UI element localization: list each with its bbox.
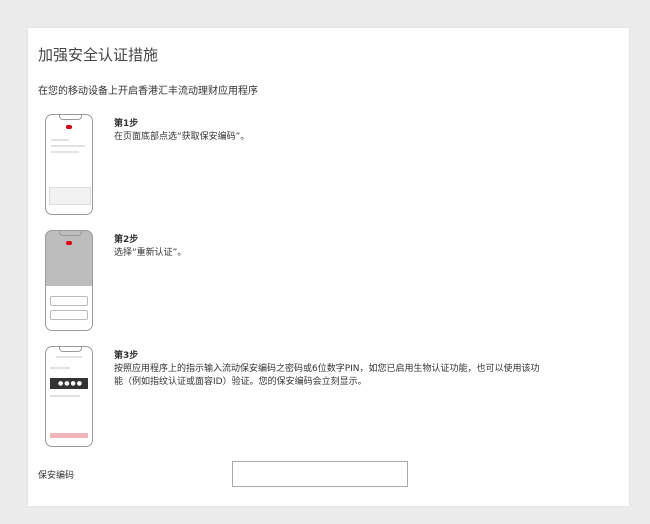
pin-dots-icon: ●●●● xyxy=(58,380,83,387)
pin-entry-box: ●●●● xyxy=(50,378,88,389)
phone-illustration-step-2 xyxy=(45,230,93,331)
step-1-heading: 第1步 xyxy=(114,119,139,129)
placeholder-line xyxy=(56,356,82,358)
action-sheet xyxy=(46,286,92,330)
bottom-tiles xyxy=(49,187,91,205)
placeholder-line xyxy=(51,145,85,147)
submit-bar xyxy=(50,433,88,438)
sheet-button xyxy=(50,296,88,306)
placeholder-line xyxy=(51,151,79,153)
security-code-label: 保安编码 xyxy=(38,471,75,481)
sheet-button-reauth xyxy=(50,310,88,320)
hsbc-logo-icon xyxy=(66,241,72,245)
page-title: 加强安全认证措施 xyxy=(38,46,159,64)
security-code-input[interactable] xyxy=(232,461,408,487)
phone-illustration-step-3: ●●●● xyxy=(45,346,93,447)
step-1-text: 在页面底部点选“获取保安编码”。 xyxy=(114,132,250,142)
step-2-text: 选择“重新认证”。 xyxy=(114,248,187,258)
placeholder-line xyxy=(51,139,69,141)
placeholder-line xyxy=(50,367,70,369)
phone-illustration-step-1 xyxy=(45,114,93,215)
hsbc-logo-icon xyxy=(66,125,72,129)
placeholder-line xyxy=(50,395,80,397)
phone-notch xyxy=(59,115,82,120)
phone-notch xyxy=(59,347,82,352)
step-3-heading: 第3步 xyxy=(114,351,139,361)
step-3-text: 按照应用程序上的指示输入流动保安编码之密码或6位数字PIN，如您已启用生物认证功… xyxy=(114,364,540,387)
step-2: 第2步 选择“重新认证”。 xyxy=(114,234,186,260)
step-1: 第1步 在页面底部点选“获取保安编码”。 xyxy=(114,118,249,144)
phone-notch xyxy=(59,231,82,236)
page-subtitle: 在您的移动设备上开启香港汇丰流动理财应用程序 xyxy=(38,86,258,97)
step-3: 第3步 按照应用程序上的指示输入流动保安编码之密码或6位数字PIN，如您已启用生… xyxy=(114,350,542,389)
auth-card: 加强安全认证措施 在您的移动设备上开启香港汇丰流动理财应用程序 第1步 在页面底… xyxy=(28,28,629,506)
step-2-heading: 第2步 xyxy=(114,235,139,245)
